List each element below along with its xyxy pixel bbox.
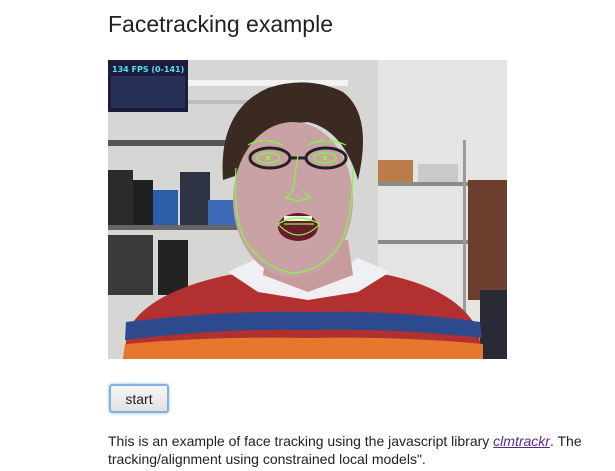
fps-stats-panel: 134 FPS (0-141) [108, 60, 188, 112]
description-suffix: . The [549, 433, 582, 449]
clmtrackr-link[interactable]: clmtrackr [493, 433, 550, 449]
fps-graph [111, 76, 185, 108]
description-line-2: tracking/alignment using constrained loc… [108, 451, 426, 467]
description-text: This is an example of face tracking usin… [108, 432, 615, 468]
page-title: Facetracking example [108, 11, 333, 37]
description-prefix: This is an example of face tracking usin… [108, 433, 494, 449]
description-line-1: This is an example of face tracking usin… [108, 432, 615, 450]
fps-readout: 134 FPS (0-141) [112, 65, 185, 74]
start-button[interactable]: start [109, 384, 169, 413]
page: Facetracking example 134 FPS (0-141) sta… [0, 0, 615, 471]
webcam-video: 134 FPS (0-141) [108, 60, 507, 359]
